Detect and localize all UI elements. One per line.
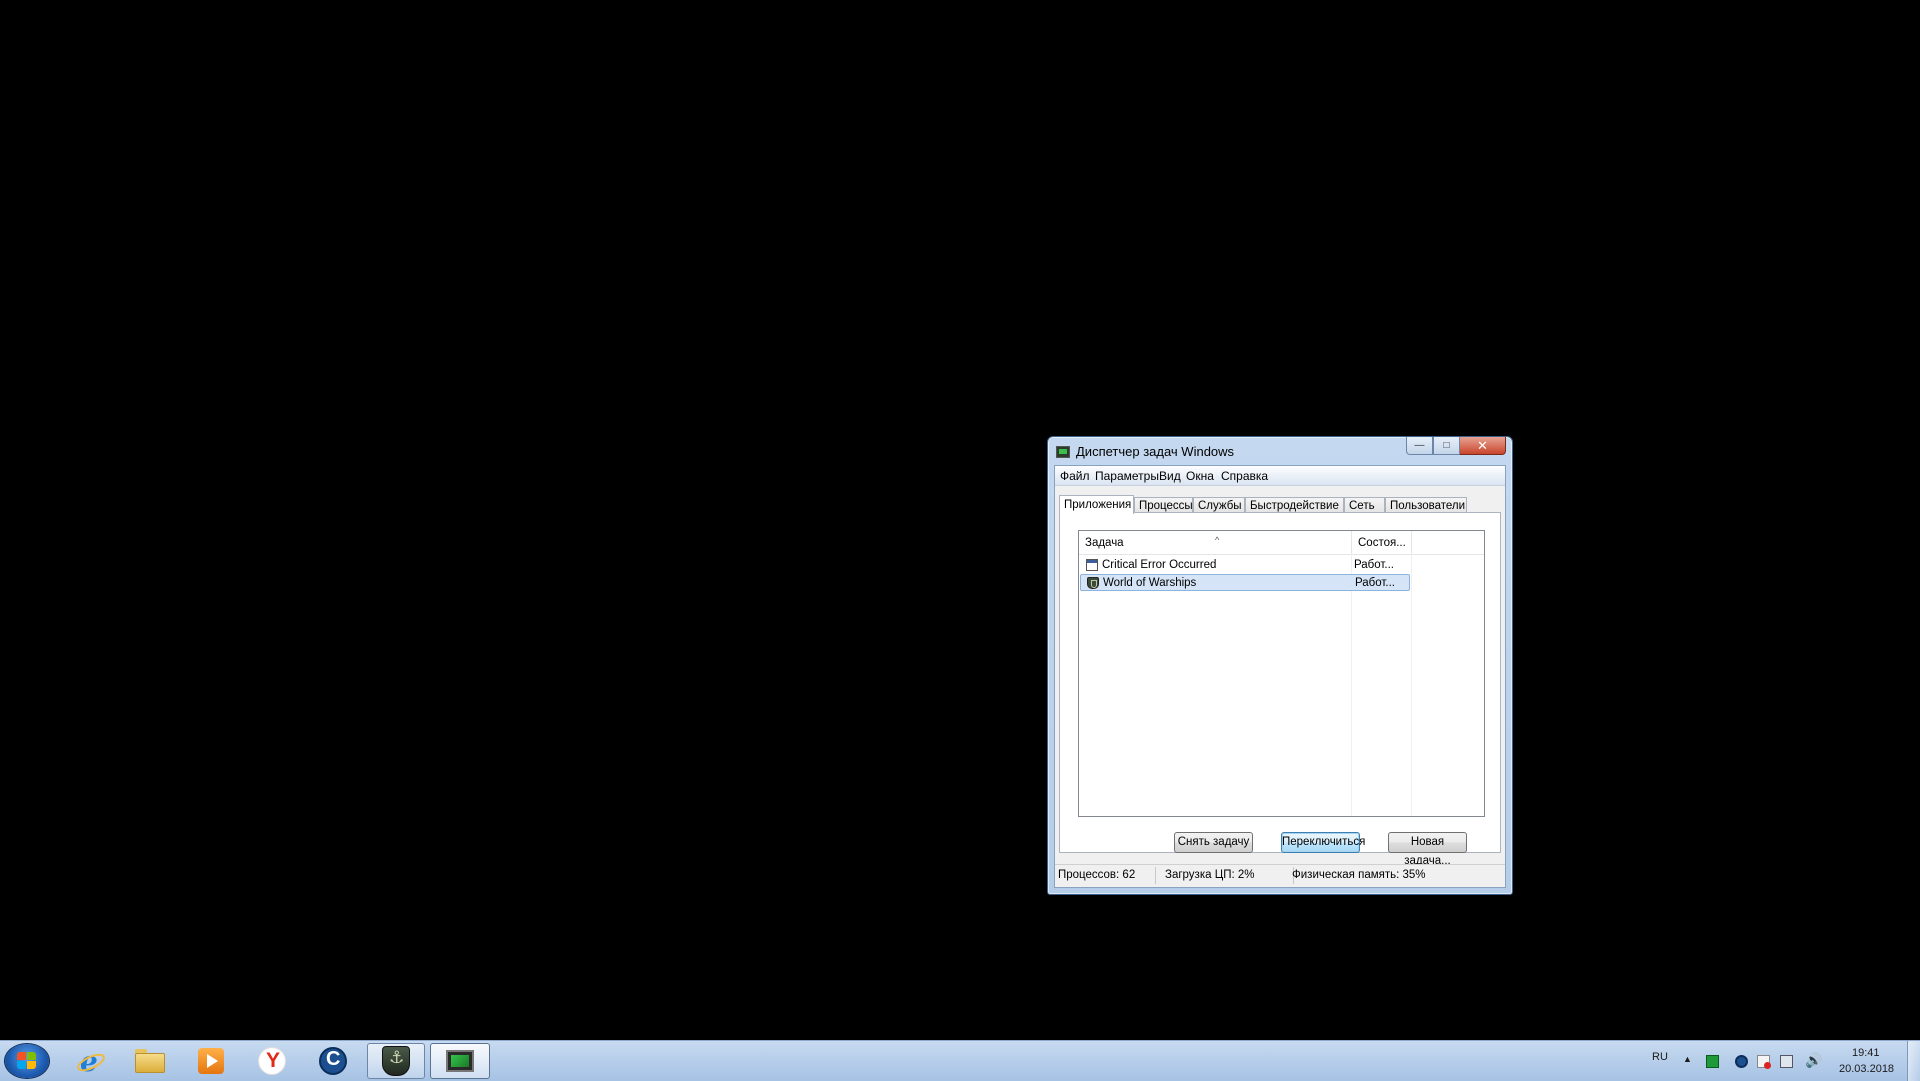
tab-networking[interactable]: Сеть <box>1344 497 1385 513</box>
list-header: ^ Задача Состоя... <box>1079 531 1484 555</box>
tab-services[interactable]: Службы <box>1193 497 1245 513</box>
menu-windows[interactable]: Окна <box>1186 469 1214 483</box>
tray-ccleaner-icon[interactable] <box>1735 1055 1748 1068</box>
menu-view[interactable]: Вид <box>1159 469 1181 483</box>
task-manager-icon <box>1056 446 1070 458</box>
status-cpu: Загрузка ЦП: 2% <box>1165 869 1255 881</box>
ccleaner-icon: C <box>319 1047 347 1075</box>
folder-icon <box>135 1049 165 1073</box>
window-title: Диспетчер задач Windows <box>1076 444 1235 459</box>
windows-flag-icon <box>17 1052 37 1070</box>
clock-time[interactable]: 19:41 <box>1852 1047 1880 1059</box>
end-task-button[interactable]: Снять задачу <box>1174 832 1253 853</box>
show-hidden-icons-arrow[interactable]: ▲ <box>1683 1054 1692 1064</box>
status-memory: Физическая память: 35% <box>1292 869 1426 881</box>
menu-file[interactable]: Файл <box>1060 469 1090 483</box>
task-list[interactable]: ^ Задача Состоя... Critical Error Occurr… <box>1078 530 1485 817</box>
task-name: World of Warships <box>1103 577 1197 589</box>
tab-users[interactable]: Пользователи <box>1385 497 1467 513</box>
tab-applications[interactable]: Приложения <box>1059 495 1134 514</box>
column-header-status[interactable]: Состоя... <box>1352 531 1412 554</box>
status-processes: Процессов: 62 <box>1058 869 1136 881</box>
taskbar-world-of-warships[interactable]: ⚓ <box>367 1043 425 1079</box>
tab-strip: Приложения Процессы Службы Быстродействи… <box>1059 495 1501 514</box>
tray-green-app-icon[interactable] <box>1706 1055 1719 1068</box>
maximize-button[interactable]: □ <box>1433 437 1460 455</box>
taskbar: e Y C ⚓ RU ▲ 🔊 19:41 20.03.2018 <box>0 1040 1920 1081</box>
yandex-browser-icon: Y <box>258 1047 286 1075</box>
task-status: Работ... <box>1355 577 1395 589</box>
task-manager-window[interactable]: Диспетчер задач Windows — □ ✕ Файл Парам… <box>1047 436 1513 895</box>
switch-to-button[interactable]: Переключиться <box>1281 832 1365 853</box>
taskbar-media-player[interactable] <box>182 1043 240 1079</box>
taskbar-ccleaner[interactable]: C <box>304 1043 362 1079</box>
window-client-area: Файл Параметры Вид Окна Справка Приложен… <box>1054 465 1506 888</box>
column-header-task[interactable]: ^ Задача <box>1079 531 1352 554</box>
taskbar-internet-explorer[interactable]: e <box>60 1043 118 1079</box>
world-of-warships-icon: ⚓ <box>382 1046 410 1076</box>
task-status: Работ... <box>1354 559 1394 571</box>
window-icon <box>1086 559 1098 571</box>
world-of-warships-icon <box>1087 577 1099 589</box>
show-desktop-button[interactable] <box>1907 1041 1920 1081</box>
language-indicator[interactable]: RU <box>1652 1051 1668 1063</box>
internet-explorer-icon: e <box>74 1045 108 1078</box>
sort-ascending-icon: ^ <box>1215 535 1220 545</box>
tab-performance[interactable]: Быстродействие <box>1245 497 1344 513</box>
menu-bar: Файл Параметры Вид Окна Справка <box>1055 466 1505 486</box>
close-button[interactable]: ✕ <box>1460 437 1506 455</box>
menu-options[interactable]: Параметры <box>1095 469 1159 483</box>
tab-processes[interactable]: Процессы <box>1134 497 1193 513</box>
task-name: Critical Error Occurred <box>1102 559 1217 571</box>
task-manager-icon <box>446 1050 474 1072</box>
taskbar-explorer[interactable] <box>121 1043 179 1079</box>
taskbar-yandex-browser[interactable]: Y <box>243 1043 301 1079</box>
title-bar[interactable]: Диспетчер задач Windows — □ ✕ <box>1048 437 1512 465</box>
action-center-flag-icon[interactable] <box>1757 1055 1771 1069</box>
taskbar-task-manager[interactable] <box>430 1043 490 1079</box>
clock-date[interactable]: 20.03.2018 <box>1839 1063 1894 1075</box>
applications-panel: ^ Задача Состоя... Critical Error Occurr… <box>1059 512 1501 867</box>
minimize-button[interactable]: — <box>1406 437 1433 455</box>
new-task-button[interactable]: Новая задача... <box>1388 832 1467 867</box>
volume-icon[interactable]: 🔊 <box>1805 1052 1822 1069</box>
task-row-selected[interactable]: World of Warships Работ... <box>1080 574 1410 591</box>
task-row[interactable]: Critical Error Occurred Работ... <box>1080 557 1410 574</box>
menu-help[interactable]: Справка <box>1221 469 1268 483</box>
status-bar: Процессов: 62 Загрузка ЦП: 2% Физическая… <box>1055 864 1505 887</box>
start-button[interactable] <box>5 1044 49 1078</box>
network-icon[interactable] <box>1780 1055 1793 1068</box>
media-player-icon <box>198 1048 224 1074</box>
